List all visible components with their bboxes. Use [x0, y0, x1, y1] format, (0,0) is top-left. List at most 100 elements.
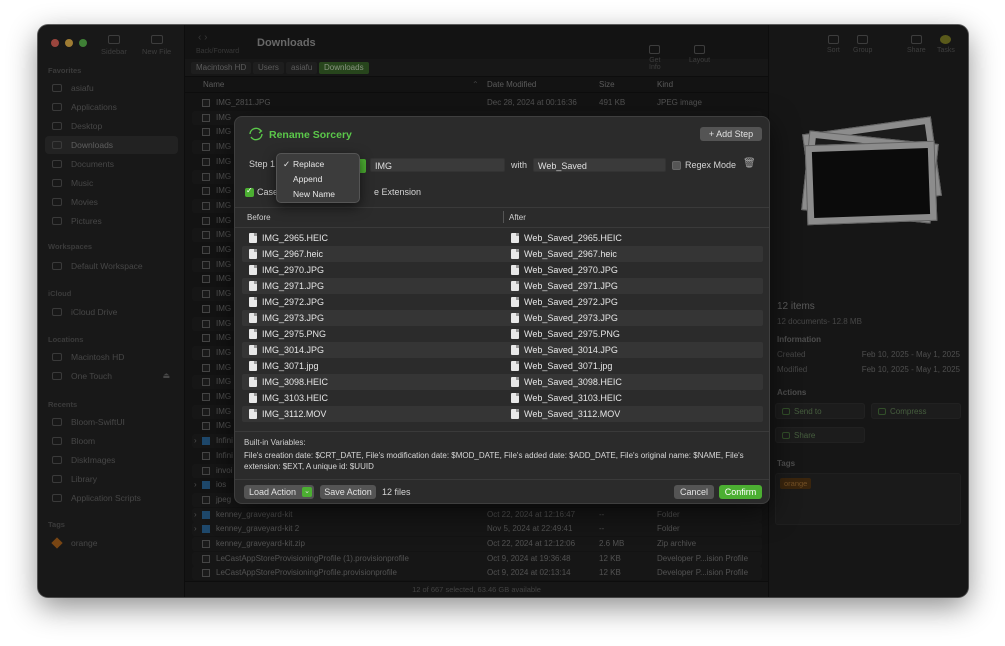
file-icon — [511, 361, 519, 371]
rename-row: IMG_2971.JPG Web_Saved_2971.JPG — [242, 278, 763, 294]
operation-dropdown-menu: ✓ Replace Append New Name — [276, 153, 360, 203]
file-icon — [249, 265, 257, 275]
rename-row: IMG_3098.HEIC Web_Saved_3098.HEIC — [242, 374, 763, 390]
before-name: IMG_3098.HEIC — [262, 377, 329, 387]
cancel-button[interactable]: Cancel — [674, 485, 714, 499]
rename-row: IMG_2975.PNG Web_Saved_2975.PNG — [242, 326, 763, 342]
after-column-header: After — [509, 213, 526, 222]
after-name: Web_Saved_2971.JPG — [524, 281, 618, 291]
add-step-button[interactable]: + Add Step — [700, 127, 762, 141]
rename-row: IMG_2967.heic Web_Saved_2967.heic — [242, 246, 763, 262]
built-in-variables-title: Built-in Variables: — [244, 438, 306, 447]
after-name: Web_Saved_2970.JPG — [524, 265, 618, 275]
dropdown-option-label: Append — [293, 174, 323, 184]
before-column-header: Before — [247, 213, 271, 222]
regex-mode-checkbox[interactable] — [672, 161, 681, 170]
file-icon — [249, 329, 257, 339]
file-icon — [249, 377, 257, 387]
file-icon — [511, 393, 519, 403]
load-action-chevron-icon: ⌄ — [302, 487, 312, 497]
checkmark-icon: ✓ — [283, 159, 291, 169]
rename-row: IMG_3014.JPG Web_Saved_3014.JPG — [242, 342, 763, 358]
rename-sorcery-logo-icon — [249, 127, 263, 141]
find-input[interactable]: IMG — [370, 158, 505, 172]
add-step-label: Add Step — [716, 129, 754, 139]
before-name: IMG_2973.JPG — [262, 313, 325, 323]
after-name: Web_Saved_3071.jpg — [524, 361, 613, 371]
rename-row: IMG_3103.HEIC Web_Saved_3103.HEIC — [242, 390, 763, 406]
file-icon — [249, 393, 257, 403]
rename-row: IMG_3071.jpg Web_Saved_3071.jpg — [242, 358, 763, 374]
file-icon — [249, 313, 257, 323]
file-icon — [511, 409, 519, 419]
before-name: IMG_2975.PNG — [262, 329, 327, 339]
file-icon — [511, 313, 519, 323]
confirm-button[interactable]: Confirm — [719, 485, 762, 499]
divider — [235, 227, 769, 228]
replace-input[interactable]: Web_Saved — [533, 158, 666, 172]
built-in-variables-text: File's creation date: $CRT_DATE, File's … — [244, 451, 744, 471]
case-checkbox[interactable]: ✓ — [245, 186, 254, 197]
file-icon — [511, 233, 519, 243]
rename-row: IMG_2965.HEIC Web_Saved_2965.HEIC — [242, 230, 763, 246]
after-name: Web_Saved_2967.heic — [524, 249, 617, 259]
after-name: Web_Saved_3112.MOV — [524, 409, 621, 419]
dropdown-option-replace[interactable]: ✓ Replace — [277, 157, 361, 171]
column-divider — [503, 211, 504, 223]
file-icon — [249, 233, 257, 243]
dialog-title: Rename Sorcery — [269, 129, 352, 141]
rename-row: IMG_2972.JPG Web_Saved_2972.JPG — [242, 294, 763, 310]
before-name: IMG_3112.MOV — [262, 409, 327, 419]
after-name: Web_Saved_2973.JPG — [524, 313, 618, 323]
file-icon — [511, 345, 519, 355]
file-icon — [249, 281, 257, 291]
file-icon — [511, 265, 519, 275]
after-name: Web_Saved_2975.PNG — [524, 329, 620, 339]
rename-row: IMG_3112.MOV Web_Saved_3112.MOV — [242, 406, 763, 422]
case-label: Case — [257, 187, 279, 197]
file-icon — [249, 345, 257, 355]
before-name: IMG_3103.HEIC — [262, 393, 329, 403]
dropdown-option-label: Replace — [293, 159, 325, 169]
before-name: IMG_2965.HEIC — [262, 233, 329, 243]
file-icon — [249, 361, 257, 371]
delete-step-trash-icon[interactable]: 🗑 — [743, 158, 756, 169]
file-icon — [511, 297, 519, 307]
after-name: Web_Saved_2965.HEIC — [524, 233, 622, 243]
before-name: IMG_3014.JPG — [262, 345, 325, 355]
rename-row: IMG_2970.JPG Web_Saved_2970.JPG — [242, 262, 763, 278]
with-label: with — [511, 160, 528, 170]
load-action-button[interactable]: Load Action ⌄ — [244, 485, 314, 499]
after-name: Web_Saved_3014.JPG — [524, 345, 618, 355]
divider — [235, 207, 769, 208]
after-name: Web_Saved_3098.HEIC — [524, 377, 622, 387]
file-icon — [511, 281, 519, 291]
after-name: Web_Saved_3103.HEIC — [524, 393, 622, 403]
file-icon — [511, 377, 519, 387]
load-action-label: Load Action — [249, 487, 297, 497]
step-label: Step 1 — [249, 159, 276, 169]
before-name: IMG_2967.heic — [262, 249, 324, 259]
file-count: 12 files — [382, 487, 411, 497]
divider — [235, 431, 769, 432]
after-name: Web_Saved_2972.JPG — [524, 297, 618, 307]
before-name: IMG_3071.jpg — [262, 361, 319, 371]
before-name: IMG_2971.JPG — [262, 281, 325, 291]
checkmark-icon: ✓ — [246, 186, 253, 195]
extension-label: e Extension — [374, 187, 422, 197]
file-icon — [249, 297, 257, 307]
dropdown-option-label: New Name — [293, 189, 336, 199]
before-name: IMG_2970.JPG — [262, 265, 325, 275]
file-icon — [511, 249, 519, 259]
dialog-header: Rename Sorcery + Add Step — [235, 117, 769, 151]
before-name: IMG_2972.JPG — [262, 297, 325, 307]
dropdown-option-new-name[interactable]: New Name — [277, 187, 361, 201]
file-icon — [249, 249, 257, 259]
save-action-button[interactable]: Save Action — [320, 485, 376, 499]
regex-mode-label: Regex Mode — [685, 160, 737, 170]
rename-row: IMG_2973.JPG Web_Saved_2973.JPG — [242, 310, 763, 326]
divider — [235, 479, 769, 480]
file-icon — [249, 409, 257, 419]
file-icon — [511, 329, 519, 339]
dropdown-option-append[interactable]: Append — [277, 172, 361, 186]
